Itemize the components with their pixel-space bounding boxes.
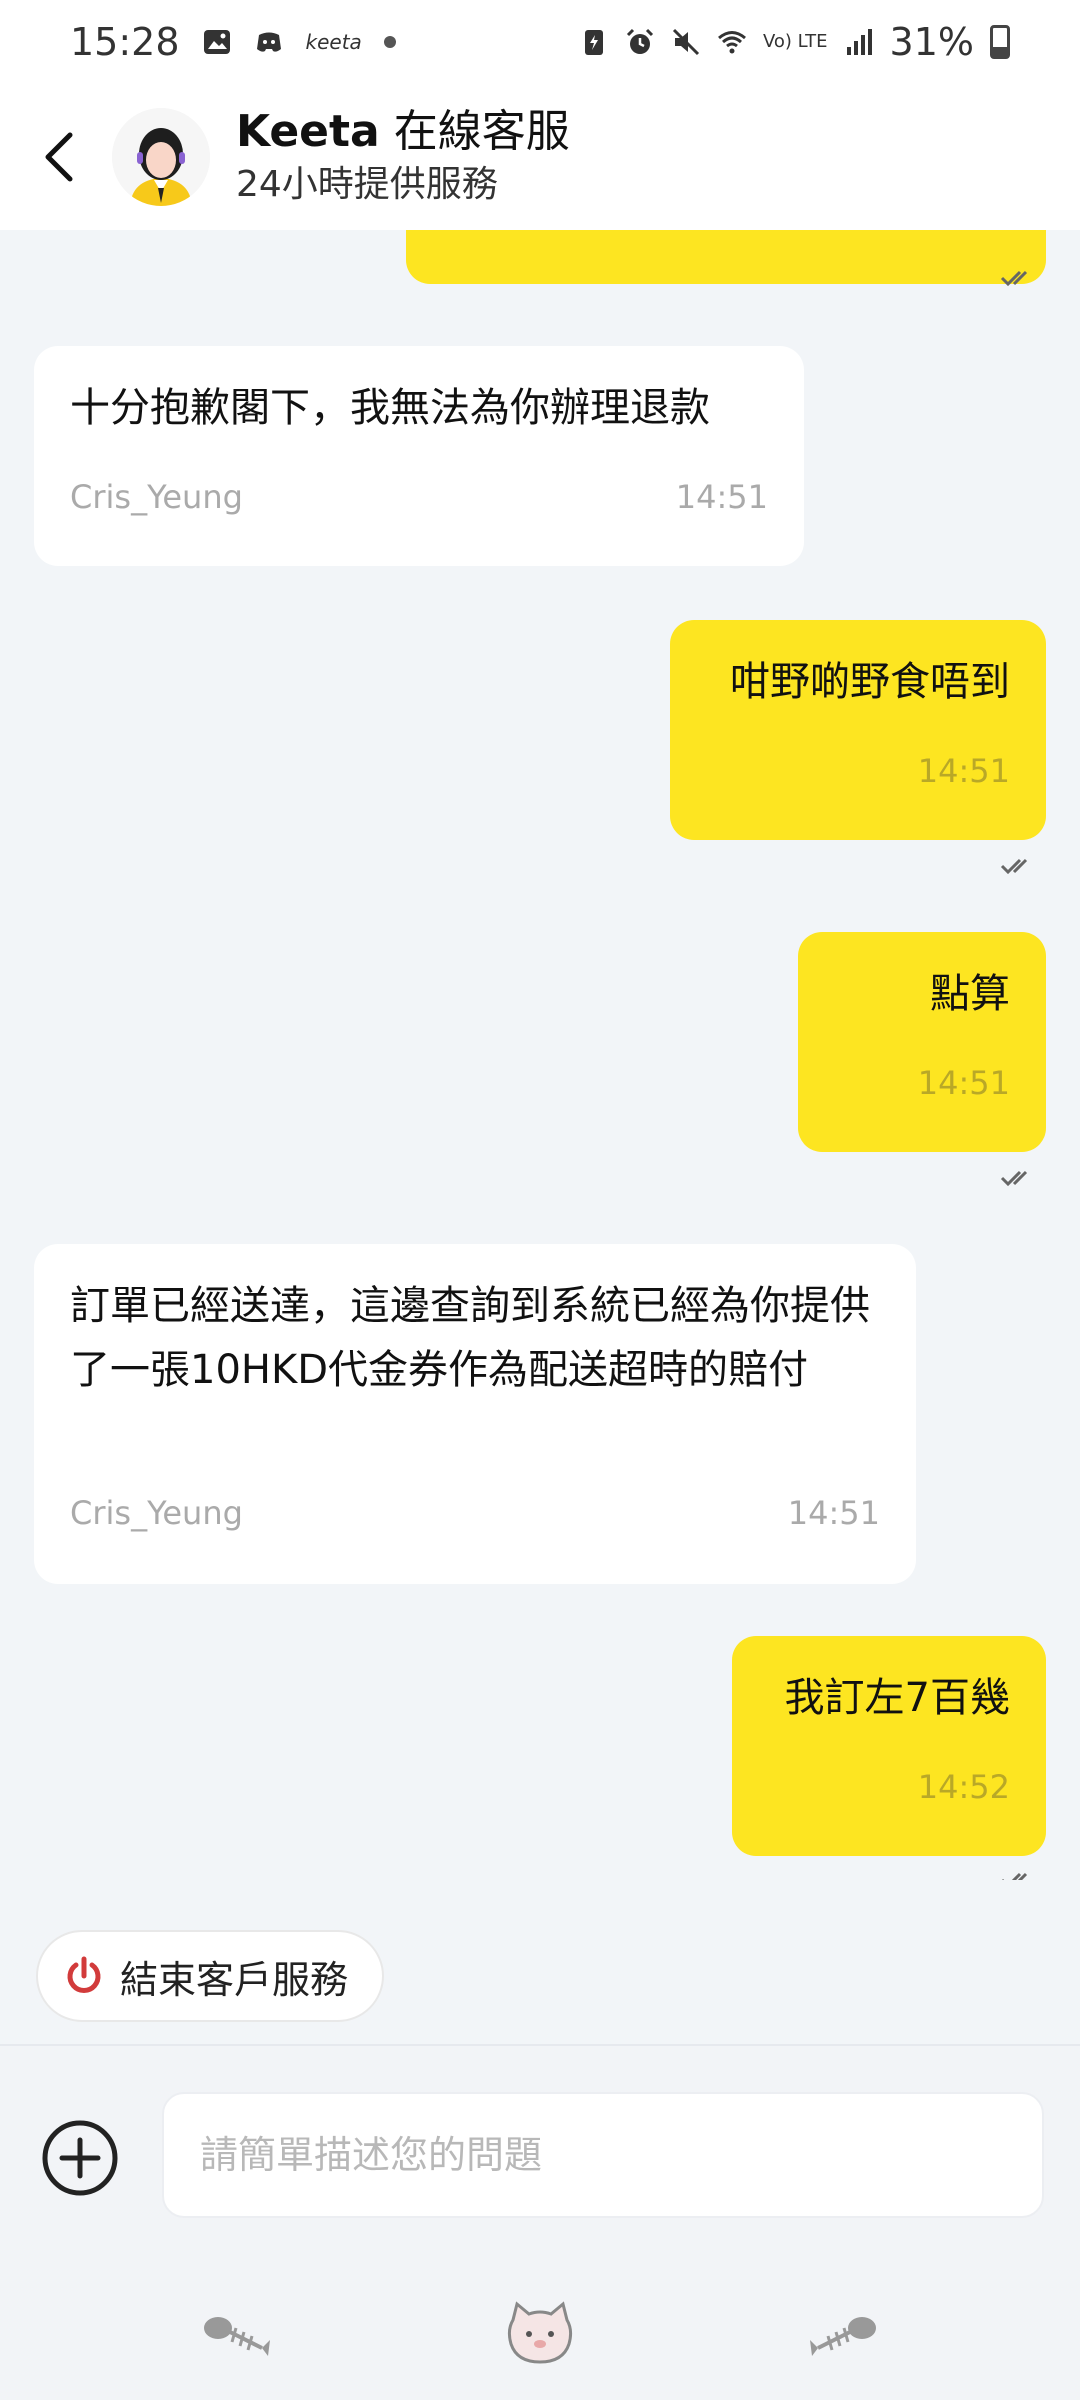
message-text: 咁野啲野食唔到 — [730, 659, 1010, 705]
agent-avatar-icon — [112, 108, 210, 206]
wifi-icon — [717, 31, 746, 54]
message-bubble-outgoing: 我訂左7百幾 14:52 — [732, 1636, 1046, 1856]
message-bubble-partial — [406, 230, 1046, 284]
brand-name: Keeta — [236, 106, 380, 157]
attach-button[interactable] — [40, 2118, 120, 2198]
sender-name: Cris_Yeung — [70, 1494, 243, 1532]
message-time: 14:52 — [917, 1768, 1010, 1806]
battery-percent: 31% — [889, 20, 974, 64]
end-service-button[interactable]: 結束客戶服務 — [36, 1930, 385, 2022]
message-input-box[interactable] — [162, 2092, 1044, 2218]
message-bubble-incoming: 訂單已經送達，這邊查詢到系統已經為你提供了一張10HKD代金券作為配送超時的賠付… — [34, 1244, 916, 1584]
message-text: 十分抱歉閣下，我無法為你辦理退款 — [70, 385, 710, 431]
fishbone-icon[interactable] — [200, 2298, 274, 2372]
chat-messages[interactable]: 十分抱歉閣下，我無法為你辦理退款 Cris_Yeung 14:51 咁野啲野食唔… — [0, 230, 1080, 1880]
plus-circle-icon — [42, 2120, 118, 2196]
chat-header: Keeta 在線客服 24小時提供服務 — [0, 84, 1080, 230]
message-time: 14:51 — [675, 478, 768, 516]
back-button[interactable] — [8, 84, 108, 230]
fishbone-icon[interactable] — [806, 2298, 880, 2372]
message-bubble-outgoing: 點算 14:51 — [798, 932, 1046, 1152]
message-time: 14:51 — [787, 1494, 880, 1532]
alarm-icon — [626, 28, 653, 54]
title-suffix: 在線客服 — [379, 106, 570, 157]
volte-icon: Vo) LTE — [762, 31, 828, 52]
read-tick-icon — [1000, 1170, 1028, 1187]
sender-name: Cris_Yeung — [70, 478, 243, 516]
battery-saver-icon — [584, 30, 603, 55]
read-tick-icon — [1000, 858, 1028, 875]
agent-avatar — [112, 108, 210, 206]
more-notifications-dot — [383, 36, 396, 48]
read-tick-icon — [1002, 1872, 1028, 1880]
message-input[interactable] — [200, 2133, 1042, 2177]
discord-icon — [256, 32, 281, 52]
message-text: 訂單已經送達，這邊查詢到系統已經為你提供了一張10HKD代金券作為配送超時的賠付 — [70, 1283, 870, 1393]
home-cat-icon[interactable] — [503, 2298, 577, 2372]
mute-icon — [672, 28, 699, 56]
message-bubble-incoming: 十分抱歉閣下，我無法為你辦理退款 Cris_Yeung 14:51 — [34, 346, 804, 566]
signal-icon — [846, 29, 872, 55]
end-service-label: 結束客戶服務 — [120, 1957, 349, 2002]
keeta-notification-icon: keeta — [305, 30, 362, 54]
page-subtitle: 24小時提供服務 — [236, 164, 498, 205]
gallery-icon — [203, 30, 230, 54]
battery-icon — [990, 25, 1010, 59]
status-time: 15:28 — [70, 20, 180, 64]
power-icon — [67, 1956, 101, 1993]
message-bubble-outgoing: 咁野啲野食唔到 14:51 — [670, 620, 1046, 840]
back-arrow-icon — [45, 132, 73, 182]
message-text: 我訂左7百幾 — [784, 1675, 1010, 1721]
message-time: 14:51 — [917, 752, 1010, 790]
message-composer — [0, 2044, 1080, 2270]
page-title: Keeta 在線客服 — [236, 104, 570, 160]
status-bar: 15:28 keeta Vo) LTE 31% — [0, 0, 1080, 84]
message-text: 點算 — [930, 971, 1010, 1017]
message-time: 14:51 — [917, 1064, 1010, 1102]
system-nav-bar — [0, 2270, 1080, 2400]
read-tick-icon — [1000, 270, 1028, 287]
